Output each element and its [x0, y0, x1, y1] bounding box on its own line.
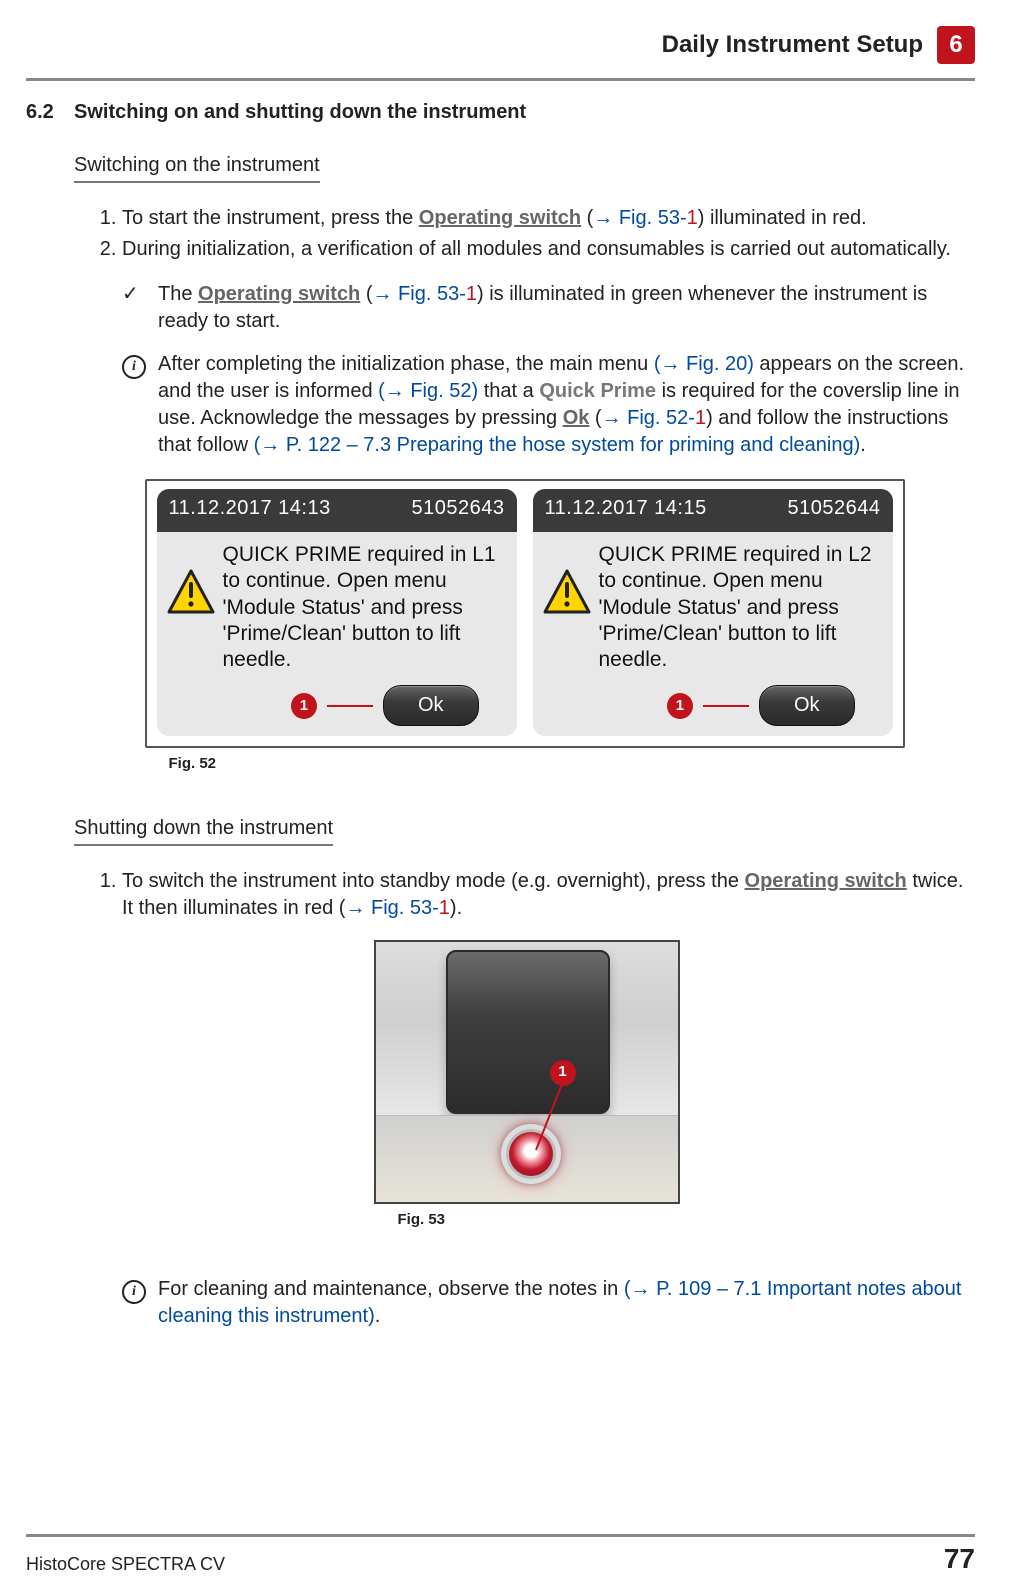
operating-switch-term: Operating switch	[198, 283, 360, 305]
callout-marker: 1	[667, 693, 693, 719]
crossref-link[interactable]: → Fig. 52-	[602, 407, 695, 429]
info-icon: i	[122, 1280, 146, 1304]
info-note: i After completing the initialization ph…	[122, 351, 975, 459]
ok-term: Ok	[563, 407, 590, 429]
crossref-link[interactable]: (→ Fig. 52)	[378, 380, 478, 402]
checkmark-icon: ✓	[122, 281, 146, 335]
crossref-link[interactable]: → Fig. 53-	[373, 283, 466, 305]
dialog-id: 51052643	[412, 495, 505, 522]
list-item: To start the instrument, press the Opera…	[122, 205, 975, 232]
section-number: 6.2	[26, 101, 74, 124]
warning-icon	[543, 568, 591, 616]
info-icon: i	[122, 355, 146, 379]
checkmark-note: ✓ The Operating switch (→ Fig. 53-1) is …	[122, 281, 975, 335]
shutting-down-heading: Shutting down the instrument	[74, 815, 333, 846]
crossref-link[interactable]: (→ Fig. 20)	[654, 353, 754, 375]
callout-marker: 1	[550, 1060, 576, 1086]
page-number: 77	[944, 1543, 975, 1575]
section-title: Switching on and shutting down the instr…	[74, 101, 526, 124]
operating-switch-button[interactable]	[501, 1124, 561, 1184]
dialog-timestamp: 11.12.2017 14:13	[169, 495, 331, 522]
shut-down-steps: To switch the instrument into standby mo…	[74, 868, 975, 922]
chapter-title: Daily Instrument Setup	[662, 31, 923, 59]
page-header: Daily Instrument Setup 6	[26, 26, 975, 72]
dialog-id: 51052644	[788, 495, 881, 522]
figure-53: 1 Fig. 53	[374, 940, 676, 1230]
dialog-l2: 11.12.2017 14:15 51052644 QUICK PRIME re…	[533, 489, 893, 736]
dialog-message: QUICK PRIME required in L1 to continue. …	[223, 540, 507, 673]
dialog-message: QUICK PRIME required in L2 to continue. …	[599, 540, 883, 673]
section-heading: 6.2 Switching on and shutting down the i…	[26, 101, 975, 124]
chapter-number-badge: 6	[937, 26, 975, 64]
figure-caption: Fig. 52	[145, 748, 905, 774]
dialog-l1: 11.12.2017 14:13 51052643 QUICK PRIME re…	[157, 489, 517, 736]
footer-separator	[26, 1534, 975, 1537]
crossref-link[interactable]: → Fig. 53-	[593, 207, 686, 229]
crossref-link[interactable]: → Fig. 53-	[345, 897, 438, 919]
dialog-timestamp: 11.12.2017 14:15	[545, 495, 707, 522]
figure-caption: Fig. 53	[374, 1204, 676, 1230]
header-separator	[26, 78, 975, 81]
device-screen	[446, 950, 610, 1114]
callout-leader-line	[327, 705, 373, 707]
figure-52: 11.12.2017 14:13 51052643 QUICK PRIME re…	[145, 479, 905, 775]
ok-button[interactable]: Ok	[383, 685, 479, 726]
crossref-link[interactable]: (→ P. 122 – 7.3 Preparing the hose syste…	[254, 434, 861, 456]
ok-button[interactable]: Ok	[759, 685, 855, 726]
quick-prime-term: Quick Prime	[539, 380, 656, 402]
product-name: HistoCore SPECTRA CV	[26, 1554, 225, 1575]
switching-on-heading: Switching on the instrument	[74, 152, 320, 183]
callout-marker: 1	[291, 693, 317, 719]
warning-icon	[167, 568, 215, 616]
list-item: To switch the instrument into standby mo…	[122, 868, 975, 922]
list-item: During initialization, a verification of…	[122, 236, 975, 263]
info-note: i For cleaning and maintenance, observe …	[122, 1276, 975, 1330]
operating-switch-term: Operating switch	[419, 207, 581, 229]
page-footer: HistoCore SPECTRA CV 77	[26, 1526, 975, 1575]
switch-on-steps: To start the instrument, press the Opera…	[74, 205, 975, 263]
callout-leader-line	[703, 705, 749, 707]
operating-switch-term: Operating switch	[745, 870, 907, 892]
